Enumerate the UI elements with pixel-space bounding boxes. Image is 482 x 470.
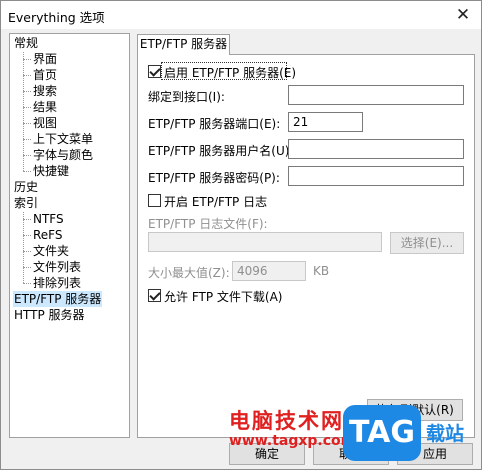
tree-item-index[interactable]: 索引 [14, 195, 38, 211]
password-input[interactable] [288, 166, 464, 186]
tree-item-exclude[interactable]: 排除列表 [33, 275, 81, 291]
tree-item-view[interactable]: 视图 [33, 115, 57, 131]
allow-download-label[interactable]: 允许 FTP 文件下载(A) [164, 288, 282, 305]
tree-connector [23, 171, 31, 172]
tree-connector [23, 251, 31, 252]
max-size-label: 大小最大值(Z): [148, 266, 230, 280]
tree-item-context-menu[interactable]: 上下文菜单 [33, 131, 93, 147]
port-input[interactable]: 21 [288, 112, 363, 132]
tree-item-search[interactable]: 搜索 [33, 83, 57, 99]
bind-interface-label: 绑定到接口(I): [148, 90, 225, 104]
tree-item-ui[interactable]: 界面 [33, 51, 57, 67]
tree-connector [23, 52, 24, 171]
options-window: Everything 选项 ✕ 常规 界面 首页 搜索 结果 视图 上下文菜单 … [0, 0, 482, 470]
watermark-logo: TAG [343, 405, 421, 461]
tree-item-history[interactable]: 历史 [14, 179, 38, 195]
tree-item-fonts-colors[interactable]: 字体与颜色 [33, 147, 93, 163]
log-file-input[interactable] [148, 232, 382, 252]
bind-interface-input[interactable] [288, 85, 464, 105]
tree-connector [23, 219, 31, 220]
watermark-side-text: 载站 [426, 423, 465, 445]
tree-connector [23, 139, 31, 140]
watermark-text: 电脑技术网 [229, 409, 344, 433]
window-title: Everything 选项 [8, 10, 105, 25]
tree-item-ntfs[interactable]: NTFS [33, 211, 64, 227]
username-label: ETP/FTP 服务器用户名(U): [148, 144, 294, 158]
allow-download-checkbox[interactable] [148, 289, 161, 302]
tree-connector [23, 235, 31, 236]
close-icon[interactable]: ✕ [451, 4, 475, 26]
tree-item-results[interactable]: 结果 [33, 99, 57, 115]
username-input[interactable] [288, 139, 464, 159]
tab-etp-ftp-server[interactable]: ETP/FTP 服务器 [137, 34, 230, 55]
tree-connector [23, 75, 31, 76]
tree-item-home[interactable]: 首页 [33, 67, 57, 83]
tree-connector [23, 107, 31, 108]
tree-item-etp-ftp-server[interactable]: ETP/FTP 服务器 [13, 291, 103, 307]
enable-server-checkbox[interactable] [148, 65, 161, 78]
title-bar: Everything 选项 ✕ [1, 1, 481, 29]
tree-connector [23, 91, 31, 92]
watermark-url: www.tagxp.com [229, 433, 356, 449]
tree-item-folders[interactable]: 文件夹 [33, 243, 69, 259]
tree-item-hotkeys[interactable]: 快捷键 [33, 163, 69, 179]
enable-log-checkbox[interactable] [148, 194, 161, 207]
tree-connector [23, 123, 31, 124]
max-size-unit: KB [313, 264, 330, 278]
password-label: ETP/FTP 服务器密码(P): [148, 171, 280, 185]
tree-connector [23, 267, 31, 268]
tree-connector [23, 59, 31, 60]
tree-item-http-server[interactable]: HTTP 服务器 [14, 307, 85, 323]
enable-server-label[interactable]: 启用 ETP/FTP 服务器(E) [164, 64, 296, 81]
browse-log-button[interactable]: 选择(E)... [390, 232, 464, 254]
max-size-input[interactable]: 4096 [232, 261, 306, 281]
tree-item-general[interactable]: 常规 [14, 35, 38, 51]
enable-log-label[interactable]: 开启 ETP/FTP 日志 [164, 193, 267, 210]
tree-connector [23, 212, 24, 283]
tree-item-file-lists[interactable]: 文件列表 [33, 259, 81, 275]
port-label: ETP/FTP 服务器端口(E): [148, 117, 281, 131]
options-tree[interactable]: 常规 界面 首页 搜索 结果 视图 上下文菜单 字体与颜色 快捷键 历史 索引 … [9, 33, 130, 438]
tree-item-refs[interactable]: ReFS [33, 227, 63, 243]
log-file-label: ETP/FTP 日志文件(F): [148, 217, 268, 231]
tree-connector [23, 155, 31, 156]
tree-connector [23, 283, 31, 284]
